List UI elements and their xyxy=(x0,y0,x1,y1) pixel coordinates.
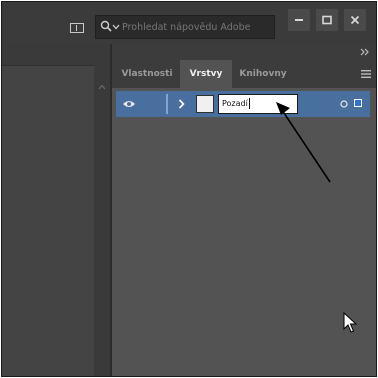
collapse-panel-icon[interactable] xyxy=(360,48,370,56)
document-area xyxy=(2,44,94,376)
maximize-icon xyxy=(322,15,332,25)
mouse-cursor-icon xyxy=(343,312,357,333)
help-search-input[interactable] xyxy=(122,16,272,38)
panel-tabs: Vlastnosti Vrstvy Knihovny xyxy=(112,60,376,88)
close-button[interactable] xyxy=(344,9,366,31)
document-tab-strip xyxy=(2,44,94,66)
layer-row-divider xyxy=(166,94,168,114)
panel-menu-icon[interactable] xyxy=(360,68,372,80)
title-bar xyxy=(2,2,376,44)
layer-thumbnail xyxy=(196,95,214,113)
close-icon xyxy=(350,15,360,25)
minimize-icon xyxy=(295,19,303,21)
text-caret xyxy=(248,98,250,109)
minimize-button[interactable] xyxy=(288,9,310,31)
workspace-switcher-icon[interactable] xyxy=(70,23,84,33)
tab-properties[interactable]: Vlastnosti xyxy=(116,60,178,88)
chevron-up-icon[interactable] xyxy=(98,84,106,90)
search-icon xyxy=(100,20,112,32)
tab-libraries[interactable]: Knihovny xyxy=(232,60,294,88)
panel-scrollbar[interactable] xyxy=(94,44,110,376)
panel-header-strip xyxy=(112,44,376,60)
app-window: Vlastnosti Vrstvy Knihovny Pozadí xyxy=(1,1,377,377)
callout-arrow xyxy=(276,102,331,183)
eye-icon[interactable] xyxy=(122,99,136,109)
chevron-down-icon[interactable] xyxy=(112,23,120,31)
layers-panel: Vlastnosti Vrstvy Knihovny Pozadí xyxy=(112,44,376,376)
chevron-right-icon[interactable] xyxy=(178,99,185,109)
target-circle-icon[interactable] xyxy=(340,100,348,108)
tab-layers[interactable]: Vrstvy xyxy=(180,60,232,88)
maximize-button[interactable] xyxy=(316,9,338,31)
selection-indicator[interactable] xyxy=(354,99,362,107)
help-search-box[interactable] xyxy=(95,15,275,39)
layer-name-text: Pozadí xyxy=(222,99,248,108)
